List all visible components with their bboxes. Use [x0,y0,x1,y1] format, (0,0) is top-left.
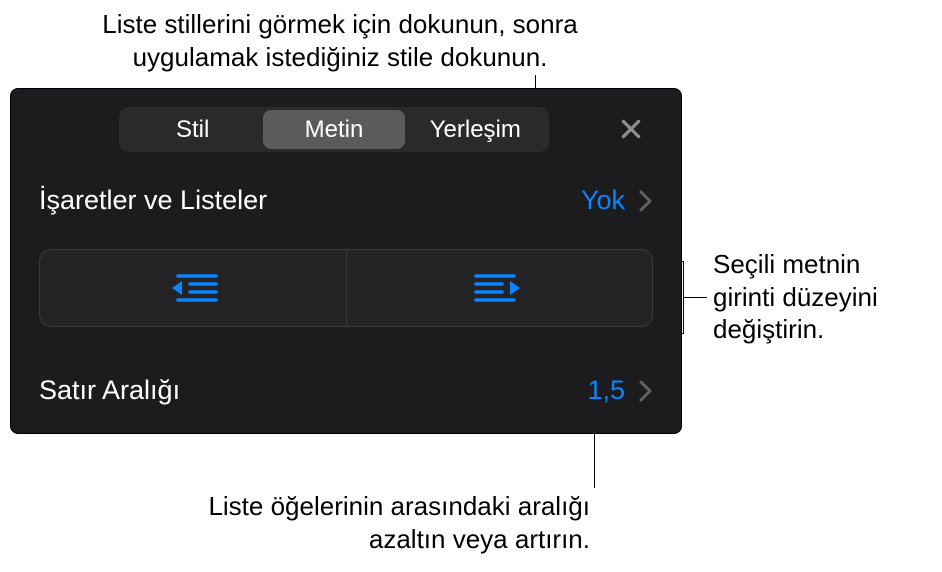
indent-button-group [39,249,653,327]
indent-button[interactable] [347,250,653,326]
tab-segmented-control: Stil Metin Yerleşim [119,107,549,152]
close-button[interactable] [611,109,651,149]
callout-text: girinti düzeyini [713,281,933,314]
chevron-right-icon [639,190,653,212]
tab-label: Yerleşim [430,116,521,144]
line-spacing-row[interactable]: Satır Aralığı 1,5 [39,375,653,406]
callout-text: azaltın veya artırın. [150,523,590,556]
callout-text: Liste stillerini görmek için dokunun, so… [60,8,620,41]
callout-text: değiştirin. [713,313,933,346]
tab-layout[interactable]: Yerleşim [405,110,546,149]
bullets-lists-row[interactable]: İşaretler ve Listeler Yok [39,185,653,216]
outdent-button[interactable] [40,250,347,326]
callout-bottom: Liste öğelerinin arasındaki aralığı azal… [150,490,590,555]
outdent-icon [168,270,218,306]
callout-text: Seçili metnin [713,248,933,281]
callout-text: uygulamak istediğiniz stile dokunun. [60,41,620,74]
callout-right: Seçili metnin girinti düzeyini değiştiri… [713,248,933,346]
close-icon [618,116,644,142]
row-value: Yok [581,185,625,216]
indent-icon [474,270,524,306]
row-value: 1,5 [587,375,625,406]
format-panel: Stil Metin Yerleşim İşaretler ve Listele… [10,88,682,434]
row-label: Satır Aralığı [39,375,180,406]
callout-top: Liste stillerini görmek için dokunun, so… [60,8,620,73]
callout-leader-line [683,297,707,298]
tab-label: Stil [176,116,209,144]
callout-text: Liste öğelerinin arasındaki aralığı [150,490,590,523]
chevron-right-icon [639,380,653,402]
tab-text[interactable]: Metin [263,110,404,149]
row-label: İşaretler ve Listeler [39,185,267,216]
tab-style[interactable]: Stil [122,110,263,149]
tab-label: Metin [305,116,364,144]
